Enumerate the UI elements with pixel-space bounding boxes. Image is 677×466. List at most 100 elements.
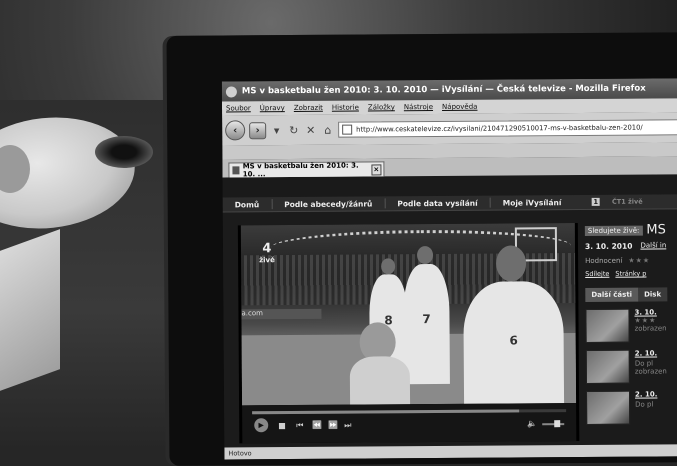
seek-bar[interactable] <box>252 409 567 415</box>
episode-item[interactable]: 3. 10. ★★★ zobrazen <box>585 308 677 343</box>
episode-info: 2. 10. Do pl <box>635 390 658 424</box>
tab-favicon-icon <box>232 166 240 175</box>
video-player[interactable]: 4 živě a.com 8 7 6 ▶ ■ ⏮ ⏪ ⏩ ⏭ 🔈 <box>237 223 580 444</box>
episode-thumbnail[interactable] <box>585 308 630 343</box>
volume-slider[interactable] <box>542 423 565 426</box>
nav-divider <box>271 199 273 210</box>
stop-icon[interactable]: ✕ <box>304 123 317 136</box>
tab-close-icon[interactable]: × <box>371 163 382 175</box>
broadcast-date-line: 3. 10. 2010 Další in <box>585 241 677 251</box>
skip-back-icon[interactable]: ⏮ <box>296 421 303 431</box>
channel-badge[interactable]: 1 <box>591 197 600 206</box>
navigation-toolbar: ‹ › ▾ ↻ ✕ ⌂ http://www.ceskatelevize.cz/… <box>222 112 677 146</box>
stop-video-icon[interactable]: ■ <box>278 421 286 430</box>
menu-upravy[interactable]: Úpravy <box>260 104 285 112</box>
paper-sheet <box>0 229 60 391</box>
episode-subtitle: Do pl <box>635 400 654 409</box>
back-button[interactable]: ‹ <box>225 120 246 141</box>
firefox-icon <box>225 85 237 97</box>
menu-zalozky[interactable]: Záložky <box>368 103 395 111</box>
forward-arrow-icon: › <box>255 124 260 136</box>
forward-button[interactable]: › <box>249 121 267 139</box>
child-figure <box>349 356 411 406</box>
skip-forward-icon[interactable]: ⏭ <box>344 421 351 431</box>
menu-zobrazit[interactable]: Zobrazit <box>294 104 323 112</box>
play-icon: ▶ <box>258 421 264 430</box>
menu-historie[interactable]: Historie <box>332 104 359 112</box>
laptop-screen: MS v basketbalu žen 2010: 3. 10. 2010 — … <box>221 78 677 460</box>
url-input[interactable]: http://www.ceskatelevize.cz/ivysilani/21… <box>338 119 677 138</box>
channel-live-label[interactable]: ČT1 živě <box>612 198 643 206</box>
nav-home[interactable]: Domů <box>235 200 260 209</box>
episode-item[interactable]: 2. 10. Do pl zobrazen <box>585 349 677 384</box>
episode-item[interactable]: 2. 10. Do pl <box>585 390 677 425</box>
status-text: Hotovo <box>228 449 252 458</box>
home-icon[interactable]: ⌂ <box>321 123 334 136</box>
tab-discussion[interactable]: Disk <box>638 287 668 302</box>
nav-by-alphabet[interactable]: Podle abecedy/žánrů <box>284 199 372 209</box>
now-watching: Sledujete živě: MS <box>584 222 677 238</box>
episode-subtitle: Do pl <box>634 359 654 368</box>
tab-strip: MS v basketbalu žen 2010: 3. 10. ... × <box>222 156 677 179</box>
nav-my-ivysilani[interactable]: Moje iVysílání <box>503 198 562 207</box>
episode-title[interactable]: 2. 10. <box>635 349 667 357</box>
episode-title[interactable]: 2. 10. <box>635 390 657 398</box>
side-panel: Sledujete živě: MS 3. 10. 2010 Další in … <box>584 222 677 459</box>
menu-napoveda[interactable]: Nápověda <box>442 103 477 111</box>
site-favicon-icon <box>342 124 353 135</box>
tab-more-parts[interactable]: Další části <box>585 287 639 302</box>
status-bar: Hotovo <box>224 444 677 460</box>
episode-thumbnail[interactable] <box>585 349 630 384</box>
channel-logo: 4 živě <box>259 241 275 264</box>
episode-stars-icon: ★★★ <box>634 316 657 325</box>
web-page: Domů Podle abecedy/žánrů Podle data vysí… <box>222 194 677 448</box>
history-dropdown-icon[interactable]: ▾ <box>270 124 283 137</box>
fast-forward-icon[interactable]: ⏩ <box>328 421 338 430</box>
rating-stars-icon[interactable]: ★★★ <box>628 257 650 265</box>
reload-icon[interactable]: ↻ <box>287 123 300 136</box>
volume-handle[interactable] <box>554 420 561 428</box>
share-line: Sdílejte Stránky p <box>585 269 677 278</box>
tab-active[interactable]: MS v basketbalu žen 2010: 3. 10. ... × <box>228 161 385 179</box>
video-frame[interactable]: 4 živě a.com 8 7 6 <box>240 223 577 406</box>
episode-thumbnail[interactable] <box>585 390 631 425</box>
jersey-number: 7 <box>422 312 431 327</box>
pages-link[interactable]: Stránky p <box>615 270 646 278</box>
menu-soubor[interactable]: Soubor <box>226 104 251 112</box>
player-figure: 6 <box>463 281 565 406</box>
window-title: MS v basketbalu žen 2010: 3. 10. 2010 — … <box>241 83 646 97</box>
player-controls: ▶ ■ ⏮ ⏪ ⏩ ⏭ 🔈 <box>242 403 577 444</box>
player-figure: 7 <box>403 263 450 385</box>
rating-label: Hodnocení <box>585 256 623 265</box>
episode-info: 2. 10. Do pl zobrazen <box>635 349 667 383</box>
play-button[interactable]: ▶ <box>254 418 269 433</box>
nav-by-date[interactable]: Podle data vysílání <box>397 198 477 208</box>
back-arrow-icon: ‹ <box>233 124 238 136</box>
channel-logo-number: 4 <box>262 241 272 257</box>
player-head <box>381 258 396 275</box>
episode-views: zobrazen <box>634 324 667 333</box>
tab-label: MS v basketbalu žen 2010: 3. 10. ... <box>242 161 359 179</box>
cup <box>95 136 153 168</box>
episode-title[interactable]: 3. 10. <box>634 308 666 316</box>
watching-label: Sledujete živě: <box>584 225 643 236</box>
channel-logo-text: živě <box>259 256 275 265</box>
more-info-link[interactable]: Další in <box>640 241 666 250</box>
share-link[interactable]: Sdílejte <box>585 270 609 278</box>
site-navigation: Domů Podle abecedy/žánrů Podle data vysí… <box>222 194 677 213</box>
seek-progress <box>252 409 520 415</box>
nav-divider <box>489 197 491 208</box>
jersey-number: 6 <box>509 333 518 348</box>
episode-views: zobrazen <box>634 367 667 376</box>
watching-title: MS <box>646 222 666 238</box>
rating: Hodnocení ★★★ <box>585 256 677 265</box>
nav-divider <box>384 198 386 209</box>
volume-icon[interactable]: 🔈 <box>527 419 537 428</box>
episode-info: 3. 10. ★★★ zobrazen <box>634 308 666 342</box>
rewind-icon[interactable]: ⏪ <box>312 421 322 430</box>
menu-nastroje[interactable]: Nástroje <box>404 103 433 111</box>
player-head <box>495 245 527 282</box>
player-head <box>416 246 434 265</box>
url-text: http://www.ceskatelevize.cz/ivysilani/21… <box>356 123 643 134</box>
side-tabs: Další části Disk <box>585 287 677 302</box>
